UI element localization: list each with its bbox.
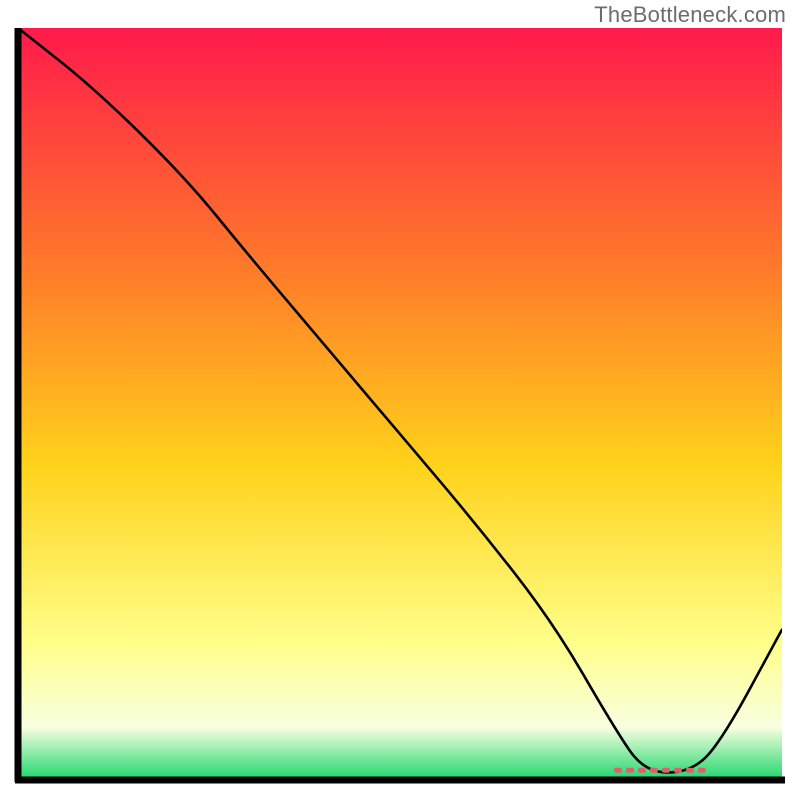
chart-plot [13, 28, 787, 788]
annotation-segment [698, 768, 706, 773]
annotation-segment [686, 768, 694, 773]
chart-svg [13, 28, 787, 788]
chart-background [18, 28, 782, 780]
annotation-segment [614, 768, 622, 773]
annotation-segment [626, 768, 634, 773]
annotation-segment [650, 768, 658, 773]
annotation-segment [662, 768, 670, 773]
attribution-label: TheBottleneck.com [594, 2, 786, 28]
annotation-segment [638, 768, 646, 773]
annotation-segment [674, 768, 682, 773]
chart-frame: TheBottleneck.com [0, 0, 800, 800]
